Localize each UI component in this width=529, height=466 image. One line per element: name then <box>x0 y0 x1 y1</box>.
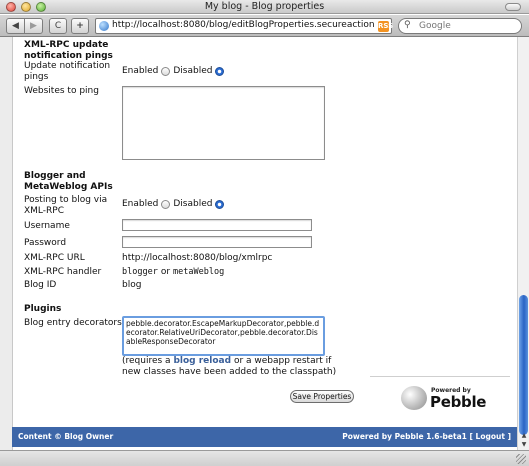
back-button[interactable]: ◀ <box>6 18 25 34</box>
divider <box>370 376 510 377</box>
xmlrpc-url-label: XML-RPC URL <box>24 253 85 263</box>
blog-entry-decorators-label: Blog entry decorators <box>24 318 122 328</box>
address-bar[interactable]: http://localhost:8080/blog/editBlogPrope… <box>95 18 393 34</box>
search-field[interactable]: ⚲ <box>398 18 522 34</box>
window-title: My blog - Blog properties <box>204 1 325 12</box>
update-pings-disabled-radio[interactable] <box>215 67 225 76</box>
add-bookmark-button[interactable]: + <box>71 18 89 34</box>
posting-disabled-radio[interactable] <box>215 200 225 209</box>
posting-disabled-label: Disabled <box>173 199 213 209</box>
window-titlebar: My blog - Blog properties <box>0 0 529 14</box>
reload-button[interactable]: C <box>49 18 67 34</box>
section-title-blogger-apis: Blogger and MetaWeblog APIs <box>24 171 113 192</box>
page-left-gutter <box>0 37 12 450</box>
footer-bracket: ] <box>507 432 511 441</box>
username-field[interactable] <box>122 219 312 231</box>
handler-blogger: blogger <box>122 267 158 277</box>
posting-enabled-label: Enabled <box>122 199 159 209</box>
update-pings-label: Update notification pings <box>24 61 111 82</box>
globe-icon <box>99 21 109 31</box>
handler-metaweblog: metaWeblog <box>173 267 225 277</box>
username-label: Username <box>24 221 70 231</box>
search-icon: ⚲ <box>404 20 411 30</box>
posting-via-xmlrpc-label: Posting to blog via XML-RPC <box>24 195 108 216</box>
reload-note-prefix: (requires a <box>122 356 171 366</box>
blog-reload-link[interactable]: blog reload <box>173 356 231 366</box>
blog-id-value: blog <box>122 280 142 290</box>
resize-grip-icon[interactable] <box>516 454 526 464</box>
footer-right: Powered by Pebble 1.6-beta1 [ Logout ] <box>342 432 511 441</box>
xmlrpc-handler-label: XML-RPC handler <box>24 267 102 277</box>
password-field[interactable] <box>122 236 312 248</box>
update-pings-disabled-label: Disabled <box>173 66 213 76</box>
blog-id-label: Blog ID <box>24 280 57 290</box>
forward-button[interactable]: ▶ <box>24 18 43 34</box>
update-pings-enabled-label: Enabled <box>122 66 159 76</box>
pebble-brand-text: Pebble <box>430 393 487 411</box>
section-title-plugins: Plugins <box>24 304 62 314</box>
rss-icon[interactable]: RSS <box>378 21 393 32</box>
xmlrpc-url-value: http://localhost:8080/blog/xmlrpc <box>122 253 273 263</box>
websites-to-ping-textarea[interactable] <box>122 86 325 160</box>
scroll-up-icon[interactable]: ▲ <box>520 432 528 439</box>
pebble-stone-icon <box>401 386 427 410</box>
browser-toolbar: ◀ ▶ C + http://localhost:8080/blog/editB… <box>0 15 529 37</box>
address-url: http://localhost:8080/blog/editBlogPrope… <box>112 20 375 30</box>
posting-enabled-radio[interactable] <box>161 200 171 209</box>
xmlrpc-handler-value: blogger or metaWeblog <box>122 267 224 278</box>
search-input[interactable] <box>419 20 515 32</box>
section-title-xmlrpc-pings: XML-RPC update notification pings <box>24 40 113 61</box>
save-properties-button[interactable]: Save Properties <box>290 390 354 403</box>
scrollbar-thumb[interactable] <box>519 295 528 435</box>
posting-radio-group: Enabled Disabled <box>122 199 225 210</box>
update-pings-enabled-radio[interactable] <box>161 67 171 76</box>
websites-to-ping-label: Websites to ping <box>24 86 99 96</box>
page-scrollbar[interactable]: ▲ ▼ <box>517 37 529 450</box>
password-label: Password <box>24 238 67 248</box>
blog-entry-decorators-textarea[interactable]: pebble.decorator.EscapeMarkupDecorator,p… <box>122 316 325 356</box>
update-pings-radio-group: Enabled Disabled <box>122 66 225 77</box>
handler-or: or <box>160 267 171 277</box>
scroll-down-icon[interactable]: ▼ <box>520 441 528 448</box>
page-footer: Content © Blog Owner Powered by Pebble 1… <box>12 427 517 447</box>
pebble-logo[interactable]: Powered by Pebble <box>401 383 497 413</box>
status-bar <box>0 450 529 466</box>
reload-note: (requires a blog reload or a webapp rest… <box>122 356 348 378</box>
footer-powered-by: Powered by Pebble 1.6-beta1 [ <box>342 432 473 441</box>
toolbar-toggle-button[interactable] <box>505 3 521 11</box>
footer-copyright: Content © Blog Owner <box>18 432 114 441</box>
logout-link[interactable]: Logout <box>476 432 505 441</box>
